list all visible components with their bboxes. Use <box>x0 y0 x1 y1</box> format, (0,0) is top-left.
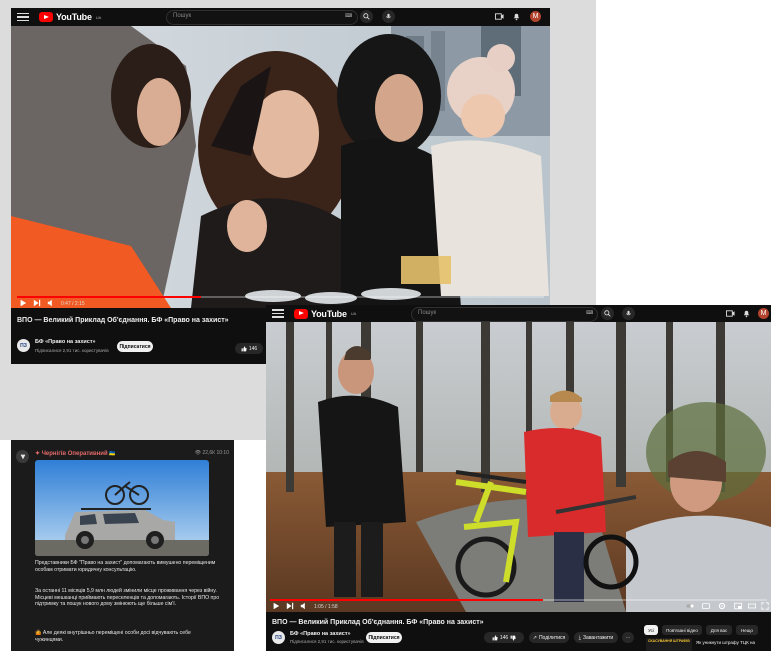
more-actions-button[interactable]: ⋯ <box>622 632 634 643</box>
fullscreen-icon[interactable] <box>761 602 769 610</box>
chip-more[interactable]: Нещо <box>736 625 758 635</box>
next-icon[interactable] <box>33 299 41 307</box>
play-icon[interactable] <box>272 602 280 610</box>
video-progress-bar[interactable] <box>17 296 544 298</box>
search-button[interactable] <box>360 10 373 23</box>
microphone-icon <box>386 13 391 19</box>
create-video-icon[interactable] <box>726 309 735 318</box>
microphone-icon <box>626 310 631 316</box>
channel-avatar[interactable]: ПЗ <box>17 339 30 352</box>
notifications-bell-icon[interactable] <box>512 12 521 21</box>
chip-related[interactable]: Пов'язані відео <box>662 625 702 635</box>
photo-car-with-bike <box>35 460 209 556</box>
autoplay-toggle-icon[interactable] <box>686 602 694 610</box>
chip-for-you[interactable]: Для вас <box>706 625 732 635</box>
voice-search-button[interactable] <box>622 307 635 320</box>
theater-mode-icon[interactable] <box>748 602 756 610</box>
thumbs-up-icon <box>492 634 498 640</box>
thumbs-up-icon <box>241 345 247 351</box>
video-player[interactable]: 1:05 / 1:58 <box>266 322 771 612</box>
create-video-icon[interactable] <box>495 12 504 21</box>
menu-icon[interactable] <box>17 12 29 22</box>
channel-logo-icon <box>20 454 25 459</box>
video-frame-women-and-child <box>11 26 550 308</box>
settings-gear-icon[interactable] <box>718 602 726 610</box>
search-icon <box>604 310 611 317</box>
menu-icon[interactable] <box>272 309 284 318</box>
subtitles-icon[interactable] <box>702 602 710 610</box>
telegram-channel-name[interactable]: ✦ Чернігів Оперативний 🇺🇦 <box>35 450 116 457</box>
volume-icon[interactable] <box>47 299 55 307</box>
video-title: ВПО — Великий Приклад Об'єднання. БФ «Пр… <box>272 619 484 626</box>
recommended-video-badge: СКАСУВАННЯ ШТРАФІВ <box>648 639 690 643</box>
next-icon[interactable] <box>286 602 294 610</box>
chip-all[interactable]: Усі <box>644 625 658 635</box>
channel-subscribers: Підписалися 2,91 тис. користувачів <box>290 639 364 644</box>
youtube-window-main: YouTube UA Пошук ⌨ M 1:05 / 1:58 ВПО — В… <box>266 305 771 651</box>
channel-avatar[interactable]: ПЗ <box>272 631 285 644</box>
subscribe-button[interactable]: Підписатися <box>366 632 402 643</box>
video-progress-played <box>17 296 202 298</box>
channel-name[interactable]: БФ «Право на захист» <box>290 631 351 637</box>
youtube-play-icon <box>39 12 53 22</box>
play-icon[interactable] <box>19 299 27 307</box>
share-icon: ↗ <box>532 634 537 641</box>
keyboard-icon[interactable]: ⌨ <box>345 13 352 19</box>
video-progress-bar[interactable] <box>270 599 767 601</box>
like-button[interactable]: 146 <box>235 343 263 354</box>
search-input[interactable]: Пошук <box>411 307 598 322</box>
video-title: ВПО — Великий Приклад Об'єднання. БФ «Пр… <box>17 317 229 324</box>
youtube-logo[interactable]: YouTube UA <box>294 308 356 319</box>
subscribe-button[interactable]: Підписатися <box>117 341 153 352</box>
post-views: 👁 22,6К 10:10 <box>194 450 229 456</box>
post-paragraph-3: 🤷 Але деякі внутрішньо переміщені особи … <box>35 630 191 643</box>
user-avatar[interactable]: M <box>530 11 541 22</box>
keyboard-icon[interactable]: ⌨ <box>586 310 593 316</box>
volume-icon[interactable] <box>300 602 308 610</box>
video-time: 1:05 / 1:58 <box>314 604 338 610</box>
notifications-bell-icon[interactable] <box>742 309 751 318</box>
post-paragraph-1: Представники БФ "Право на захист" допома… <box>35 560 216 573</box>
youtube-logo[interactable]: YouTube UA <box>39 12 101 22</box>
download-icon: ⤓ <box>578 634 582 641</box>
miniplayer-icon[interactable] <box>734 602 742 610</box>
channel-subscribers: Підписалися 2,91 тис. користувачів <box>35 348 109 353</box>
search-input[interactable]: Пошук <box>166 10 358 25</box>
channel-avatar[interactable] <box>16 450 29 463</box>
video-time: 0:47 / 2:15 <box>61 301 85 307</box>
recommended-video-title[interactable]: Як уникнути штрафу ТЦК на <box>696 640 755 645</box>
voice-search-button[interactable] <box>382 10 395 23</box>
youtube-play-icon <box>294 308 308 319</box>
post-paragraph-2: За останні 11 місяців 5,9 млн людей змін… <box>35 588 220 607</box>
search-button[interactable] <box>601 307 614 320</box>
download-button[interactable]: ⤓ Завантажити <box>574 632 618 643</box>
video-progress-played <box>270 599 544 601</box>
share-button[interactable]: ↗ Поділитися <box>529 632 569 643</box>
video-player[interactable]: 0:47 / 2:15 <box>11 26 550 308</box>
recommended-video-thumbnail[interactable]: СКАСУВАННЯ ШТРАФІВ <box>646 638 692 651</box>
telegram-post: ✦ Чернігів Оперативний 🇺🇦 👁 22,6К 10:10 … <box>11 440 234 651</box>
post-photo[interactable] <box>35 460 209 556</box>
like-button[interactable]: 146 <box>484 632 524 643</box>
search-icon <box>363 13 370 20</box>
channel-name[interactable]: БФ «Право на захист» <box>35 339 96 345</box>
video-frame-boys-with-bikes <box>266 322 771 612</box>
user-avatar[interactable]: M <box>758 308 769 319</box>
thumbs-down-icon[interactable] <box>510 635 516 641</box>
